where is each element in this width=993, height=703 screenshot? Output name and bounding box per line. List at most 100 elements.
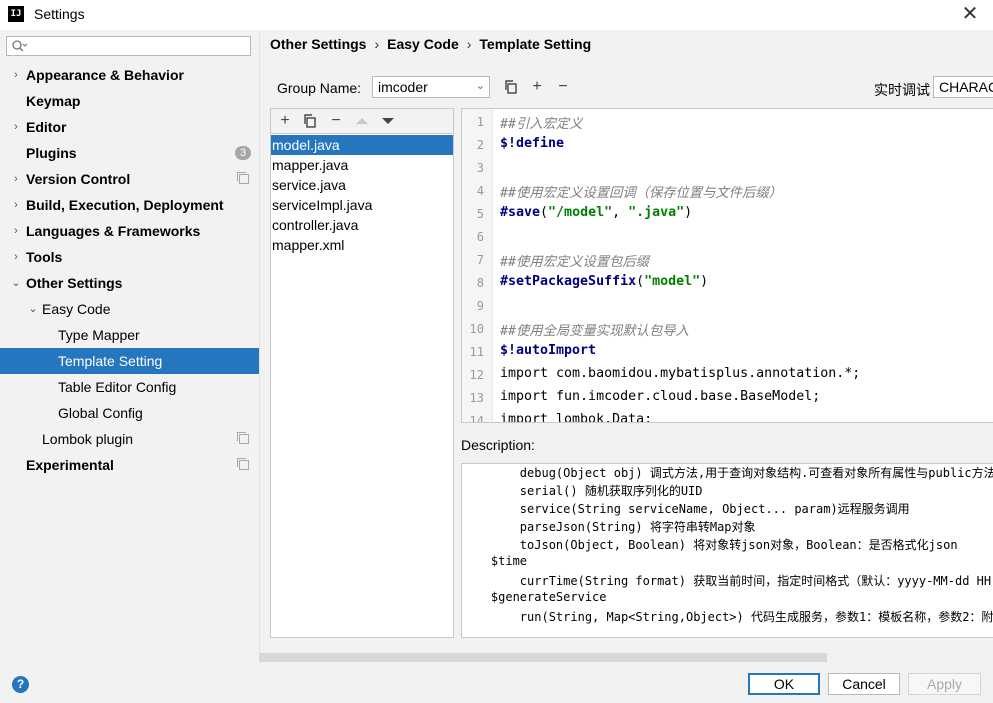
line-number-gutter: 1 2 3 4 5 6 7 8 9 10 11 12 13 14 <box>462 109 493 422</box>
sidebar-item-version-control[interactable]: › Version Control <box>0 166 259 192</box>
sidebar-item-plugins[interactable]: Plugins 3 <box>0 140 259 166</box>
chevron-down-icon[interactable]: ⌄ <box>27 296 39 322</box>
chevron-down-icon[interactable]: ⌄ <box>10 270 22 296</box>
list-toolbar: + − <box>271 109 453 134</box>
line-number: 11 <box>469 345 484 359</box>
code-line: ##引入宏定义 <box>500 117 583 132</box>
sidebar-item-global-config[interactable]: Global Config <box>0 400 259 426</box>
sidebar-item-build-execution-deployment[interactable]: › Build, Execution, Deployment <box>0 192 259 218</box>
move-up-icon[interactable] <box>354 113 370 129</box>
sidebar-item-keymap[interactable]: Keymap <box>0 88 259 114</box>
sidebar-item-label: Type Mapper <box>58 327 140 343</box>
copy-icon[interactable] <box>302 113 318 129</box>
sidebar-item-label: Tools <box>26 249 63 265</box>
list-item[interactable]: mapper.xml <box>271 235 453 255</box>
macro-name: #setPackageSuffix <box>500 274 637 289</box>
line-number: 6 <box>476 230 484 244</box>
sidebar-item-tools[interactable]: › Tools <box>0 244 259 270</box>
sidebar-item-type-mapper[interactable]: Type Mapper <box>0 322 259 348</box>
sidebar-item-easy-code[interactable]: ⌄ Easy Code <box>0 296 259 322</box>
cancel-button[interactable]: Cancel <box>828 673 900 695</box>
add-icon[interactable]: + <box>277 113 293 129</box>
string-literal: "model" <box>644 274 701 289</box>
description-line: $time <box>462 554 528 568</box>
breadcrumb: Other Settings › Easy Code › Template Settin… <box>270 36 591 52</box>
template-file-list: + − model.java mapper.java service.java … <box>270 108 454 638</box>
sidebar-item-appearance-behavior[interactable]: › Appearance & Behavior <box>0 62 259 88</box>
description-panel[interactable]: debug(Object obj) 调式方法,用于查询对象结构.可查看对象所有属… <box>461 463 993 638</box>
sidebar-item-label: Keymap <box>26 93 81 109</box>
sidebar-item-label: Appearance & Behavior <box>26 67 184 83</box>
chevron-right-icon[interactable]: › <box>10 192 22 218</box>
close-icon[interactable]: ✕ <box>958 2 982 26</box>
search-icon <box>12 40 27 52</box>
line-number: 8 <box>476 276 484 290</box>
copy-icon[interactable] <box>503 79 519 95</box>
breadcrumb-item: Easy Code <box>387 36 459 52</box>
description-line: $generateService <box>462 590 607 604</box>
sidebar-item-label: Template Setting <box>58 353 163 369</box>
list-item[interactable]: serviceImpl.java <box>271 195 453 215</box>
chevron-right-icon[interactable]: › <box>10 114 22 140</box>
settings-sidebar: › Appearance & Behavior Keymap › Editor … <box>0 30 260 663</box>
sidebar-item-label: Plugins <box>26 145 77 161</box>
project-scope-icon <box>237 458 249 470</box>
chevron-right-icon[interactable]: › <box>10 62 22 88</box>
description-line: run(String, Map<String,Object>) 代码生成服务，参… <box>462 610 993 624</box>
line-number: 12 <box>469 368 484 382</box>
list-item[interactable]: model.java <box>271 135 453 155</box>
breadcrumb-separator: › <box>374 36 380 52</box>
group-name-label: Group Name: <box>277 80 362 96</box>
add-icon[interactable]: + <box>529 79 545 95</box>
group-name-select[interactable]: imcoder ⌄ <box>372 76 490 98</box>
line-number: 3 <box>476 161 484 175</box>
description-line: toJson(Object, Boolean) 将对象转json对象，Boole… <box>462 538 958 552</box>
horizontal-scrollbar[interactable] <box>259 653 827 662</box>
code-line: import fun.imcoder.cloud.base.BaseModel; <box>500 389 821 404</box>
realtime-debug-value: CHARAC <box>939 79 993 95</box>
breadcrumb-separator: › <box>466 36 472 52</box>
sidebar-item-template-setting[interactable]: Template Setting <box>0 348 259 374</box>
sidebar-item-editor[interactable]: › Editor <box>0 114 259 140</box>
chevron-down-icon: ⌄ <box>475 80 485 92</box>
macro-name: #save <box>500 205 541 220</box>
list-item[interactable]: service.java <box>271 175 453 195</box>
sidebar-item-label: Other Settings <box>26 275 123 291</box>
sidebar-item-lombok-plugin[interactable]: Lombok plugin <box>0 426 259 452</box>
line-number: 7 <box>476 253 484 267</box>
search-input[interactable] <box>6 36 251 56</box>
line-number: 4 <box>476 184 484 198</box>
line-number: 9 <box>476 299 484 313</box>
ok-button[interactable]: OK <box>748 673 820 695</box>
realtime-debug-label: 实时调试 <box>874 82 930 98</box>
remove-icon[interactable]: − <box>555 79 571 95</box>
sidebar-item-other-settings[interactable]: ⌄ Other Settings <box>0 270 259 296</box>
chevron-right-icon[interactable]: › <box>10 166 22 192</box>
sidebar-item-experimental[interactable]: Experimental <box>0 452 259 478</box>
window-title: Settings <box>34 6 85 22</box>
chevron-right-icon[interactable]: › <box>10 218 22 244</box>
list-item[interactable]: controller.java <box>271 215 453 235</box>
sidebar-item-table-editor-config[interactable]: Table Editor Config <box>0 374 259 400</box>
move-down-icon[interactable] <box>380 113 396 129</box>
remove-icon[interactable]: − <box>328 113 344 129</box>
template-code-editor[interactable]: 1 2 3 4 5 6 7 8 9 10 11 12 13 14 ##引入宏定义… <box>461 108 993 423</box>
code-line: import com.baomidou.mybatisplus.annotati… <box>500 366 861 381</box>
sidebar-item-label: Global Config <box>58 405 143 421</box>
string-literal: "/model" <box>548 205 613 220</box>
breadcrumb-item: Template Setting <box>479 36 592 52</box>
code-line: #save("/model", ".java") <box>500 205 693 220</box>
group-name-value: imcoder <box>378 79 428 95</box>
title-bar: IJ Settings ✕ <box>0 0 993 30</box>
sidebar-item-languages-frameworks[interactable]: › Languages & Frameworks <box>0 218 259 244</box>
line-number: 1 <box>476 115 484 129</box>
apply-button[interactable]: Apply <box>908 673 981 695</box>
code-line: ##使用全局变量实现默认包导入 <box>500 324 689 339</box>
list-item[interactable]: mapper.java <box>271 155 453 175</box>
sidebar-item-label: Table Editor Config <box>58 379 177 395</box>
description-line: currTime(String format) 获取当前时间，指定时间格式（默认… <box>462 574 993 588</box>
chevron-right-icon[interactable]: › <box>10 244 22 270</box>
help-icon[interactable]: ? <box>12 676 29 693</box>
line-number: 13 <box>469 391 484 405</box>
realtime-debug-select[interactable]: CHARAC <box>933 76 993 98</box>
